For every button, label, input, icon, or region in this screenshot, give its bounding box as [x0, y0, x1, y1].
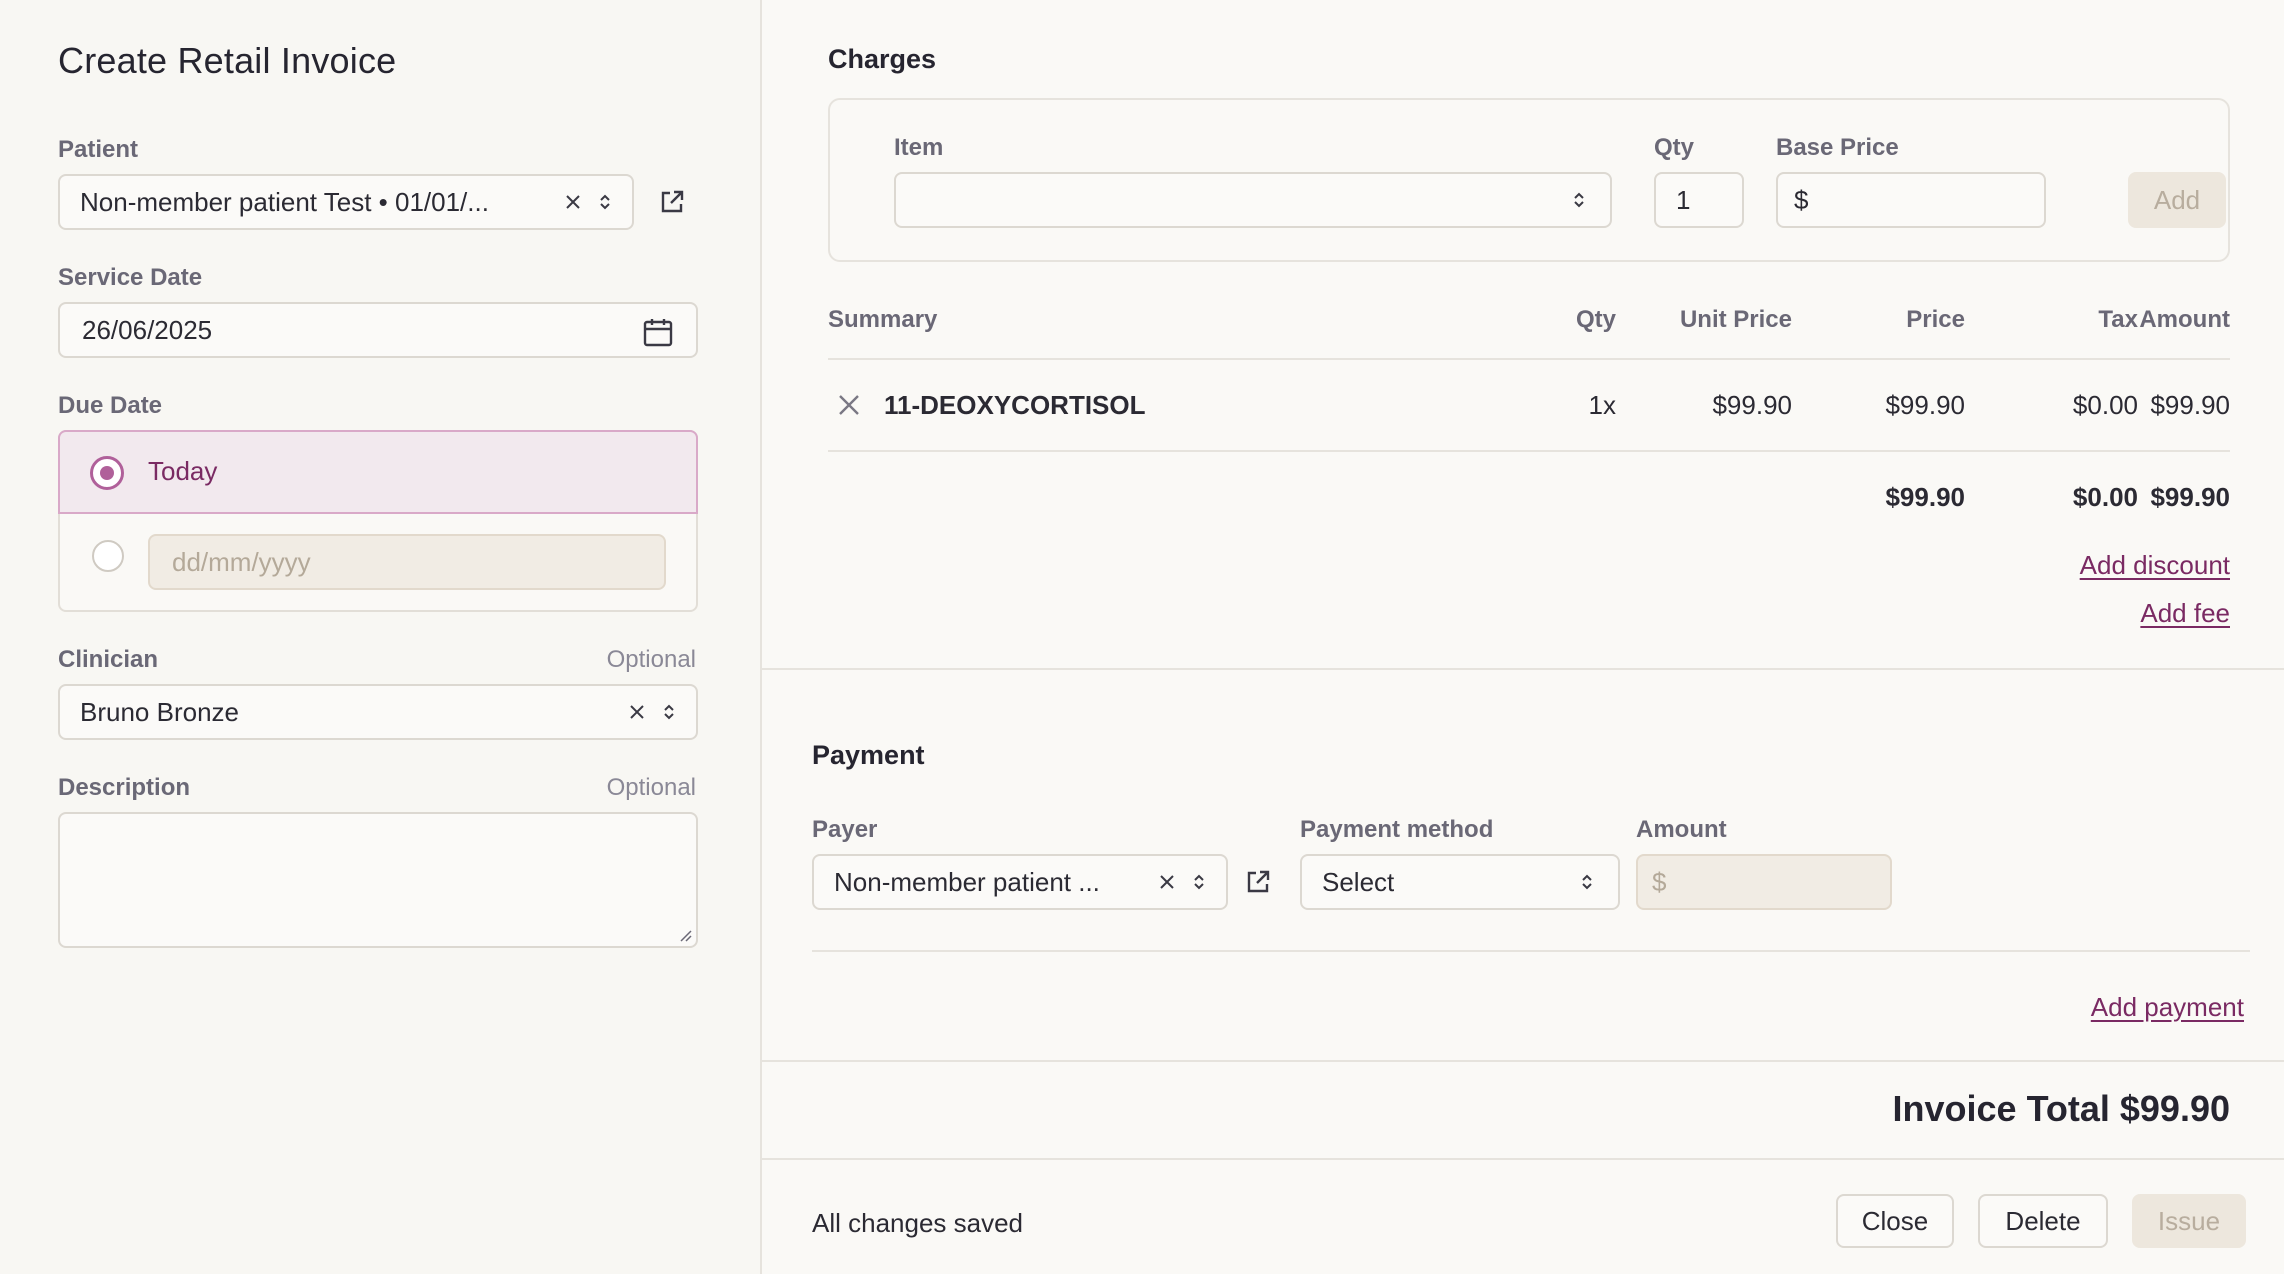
payer-label: Payer — [812, 816, 878, 843]
patient-select[interactable]: Non-member patient Test • 01/01/... — [58, 174, 634, 230]
custom-due-date-input[interactable]: dd/mm/yyyy — [148, 534, 666, 590]
payment-amount-input[interactable]: $ — [1636, 854, 1892, 910]
clear-icon[interactable] — [628, 703, 646, 721]
page-title: Create Retail Invoice — [58, 40, 397, 81]
resize-handle-icon[interactable] — [676, 926, 692, 942]
item-select[interactable] — [894, 172, 1612, 228]
clinician-optional: Optional — [606, 646, 696, 673]
base-price-input[interactable]: $ — [1776, 172, 2046, 228]
payment-method-label: Payment method — [1300, 816, 1494, 843]
add-charge-form: Item Qty 1 Base Price $ Add — [828, 98, 2230, 262]
col-summary: Summary — [828, 306, 938, 333]
qty-input-value: 1 — [1676, 184, 1691, 215]
invoice-total: Invoice Total $99.90 — [1892, 1088, 2230, 1129]
clear-icon[interactable] — [1158, 873, 1176, 891]
clear-icon[interactable] — [564, 193, 582, 211]
calendar-icon[interactable] — [642, 316, 674, 348]
radio-custom-date[interactable] — [92, 540, 124, 572]
radio-today-label: Today — [148, 456, 218, 486]
qty-input[interactable]: 1 — [1654, 172, 1744, 228]
add-fee-link[interactable]: Add fee — [2140, 598, 2230, 629]
charges-title: Charges — [828, 44, 937, 74]
add-payment-link[interactable]: Add payment — [2091, 992, 2244, 1023]
total-tax: $0.00 — [2072, 482, 2138, 512]
total-amount: $99.90 — [2150, 482, 2230, 512]
custom-due-date-placeholder: dd/mm/yyyy — [172, 546, 311, 577]
patient-label: Patient — [58, 136, 139, 163]
chevron-updown-icon — [1582, 874, 1592, 890]
payment-method-select[interactable]: Select — [1300, 854, 1620, 910]
currency-prefix: $ — [1794, 184, 1809, 215]
add-charge-button[interactable]: Add — [2128, 172, 2226, 228]
save-status: All changes saved — [812, 1208, 1024, 1238]
chevron-updown-icon — [664, 704, 674, 720]
patient-select-value: Non-member patient Test • 01/01/... — [80, 186, 489, 217]
close-button[interactable]: Close — [1836, 1194, 1954, 1248]
radio-today[interactable] — [90, 456, 124, 490]
add-discount-link[interactable]: Add discount — [2080, 550, 2230, 581]
payer-select[interactable]: Non-member patient ... — [812, 854, 1228, 910]
due-date-group: Today dd/mm/yyyy — [58, 430, 698, 612]
row-amount: $99.90 — [2150, 390, 2230, 420]
item-label: Item — [894, 134, 944, 161]
due-date-label: Due Date — [58, 392, 163, 419]
amount-label: Amount — [1636, 816, 1727, 843]
description-label: Description — [58, 774, 191, 801]
base-price-label: Base Price — [1776, 134, 1899, 161]
chevron-updown-icon — [1194, 874, 1204, 890]
clinician-select-value: Bruno Bronze — [80, 696, 239, 727]
row-summary: 11-DEOXYCORTISOL — [884, 390, 1146, 420]
row-tax: $0.00 — [2072, 390, 2138, 420]
invoice-form-panel: Create Retail Invoice Patient Non-member… — [0, 0, 762, 1274]
payment-method-value: Select — [1322, 866, 1395, 897]
payer-select-value: Non-member patient ... — [834, 866, 1100, 897]
payment-title: Payment — [812, 740, 925, 770]
description-optional: Optional — [606, 774, 696, 801]
total-price: $99.90 — [1885, 482, 1965, 512]
service-date-value: 26/06/2025 — [82, 314, 213, 345]
due-date-option-today[interactable]: Today — [58, 430, 698, 514]
col-amount: Amount — [2139, 306, 2230, 333]
description-textarea[interactable] — [58, 812, 698, 948]
payment-amount-placeholder: $ — [1652, 866, 1667, 897]
charges-payment-panel: Charges Item Qty 1 Base Price $ Add Summ… — [762, 0, 2284, 1274]
col-unit-price: Unit Price — [1679, 306, 1792, 333]
clinician-label: Clinician — [58, 646, 159, 673]
col-price: Price — [1906, 306, 1965, 333]
remove-item-icon[interactable] — [836, 392, 862, 418]
qty-label: Qty — [1654, 134, 1695, 161]
row-unit-price: $99.90 — [1712, 390, 1792, 420]
col-tax: Tax — [2098, 306, 2138, 333]
row-price: $99.90 — [1885, 390, 1965, 420]
service-date-input[interactable]: 26/06/2025 — [58, 302, 698, 358]
chevron-updown-icon — [600, 194, 610, 210]
issue-button[interactable]: Issue — [2132, 1194, 2246, 1248]
clinician-select[interactable]: Bruno Bronze — [58, 684, 698, 740]
external-link-icon[interactable] — [658, 188, 686, 216]
chevron-updown-icon — [1574, 192, 1584, 208]
service-date-label: Service Date — [58, 264, 203, 291]
external-link-icon[interactable] — [1244, 868, 1272, 896]
delete-button[interactable]: Delete — [1978, 1194, 2108, 1248]
